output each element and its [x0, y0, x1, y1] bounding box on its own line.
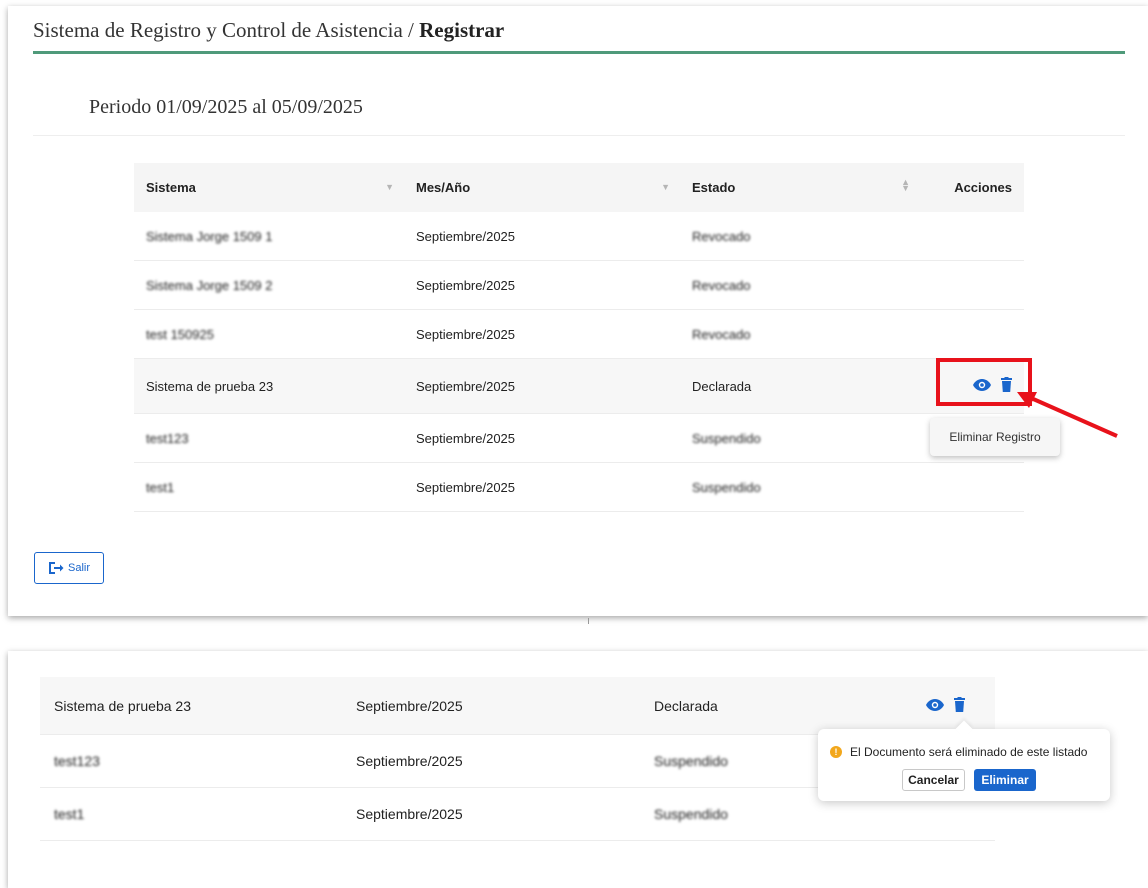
- cell-mes: Septiembre/2025: [404, 260, 680, 310]
- warning-icon: !: [830, 746, 842, 758]
- cell-sistema: Sistema de prueba 23: [134, 358, 404, 414]
- cell-sistema: Sistema Jorge 1509 2: [134, 260, 404, 310]
- cell-acciones: [920, 309, 1024, 359]
- exit-icon: [48, 562, 64, 574]
- cell-acciones: [920, 260, 1024, 310]
- eye-icon[interactable]: [926, 698, 944, 714]
- cell-mes: Septiembre/2025: [404, 212, 680, 261]
- cell-estado: Declarada: [640, 677, 870, 735]
- table-row: test1 Septiembre/2025 Suspendido: [134, 462, 1024, 512]
- header-divider: [33, 51, 1125, 54]
- confirm-message: El Documento será eliminado de este list…: [850, 745, 1088, 759]
- registros-table: Sistema ▼ Mes/Año ▼ Estado ▲ ▼ Acciones S…: [134, 163, 1024, 512]
- cancel-button[interactable]: Cancelar: [902, 769, 965, 791]
- cell-sistema: test123: [40, 734, 342, 788]
- cell-mes: Septiembre/2025: [404, 413, 680, 463]
- filter-icon[interactable]: ▼: [385, 182, 394, 192]
- filter-icon[interactable]: ▼: [661, 182, 670, 192]
- delete-confirm-popover: ! El Documento será eliminado de este li…: [818, 729, 1110, 801]
- salir-button[interactable]: Salir: [34, 552, 104, 584]
- cell-estado: Revocado: [680, 309, 920, 359]
- cell-mes: Septiembre/2025: [404, 462, 680, 512]
- cell-acciones: [920, 462, 1024, 512]
- confirm-panel: Sistema de prueba 23 Septiembre/2025 Dec…: [8, 651, 1148, 888]
- trash-icon[interactable]: [953, 696, 965, 715]
- confirm-message-row: ! El Documento será eliminado de este li…: [830, 745, 1087, 759]
- cell-mes: Septiembre/2025: [404, 309, 680, 359]
- divider-tick: [588, 618, 589, 624]
- period-title: Periodo 01/09/2025 al 05/09/2025: [89, 96, 363, 118]
- cell-estado: Suspendido: [680, 462, 920, 512]
- column-header-sistema[interactable]: Sistema ▼: [134, 163, 404, 212]
- cell-mes: Septiembre/2025: [342, 677, 640, 735]
- table-row[interactable]: Sistema de prueba 23 Septiembre/2025 Dec…: [40, 677, 995, 735]
- cell-acciones: [870, 677, 995, 735]
- cell-mes: Septiembre/2025: [342, 787, 640, 841]
- cell-estado: Revocado: [680, 212, 920, 261]
- sort-icon[interactable]: ▲ ▼: [901, 178, 910, 193]
- section-divider: [33, 135, 1125, 136]
- table-row: Sistema Jorge 1509 1 Septiembre/2025 Rev…: [134, 212, 1024, 261]
- cell-sistema: Sistema de prueba 23: [40, 677, 342, 735]
- cell-acciones: [920, 212, 1024, 261]
- cell-estado: Revocado: [680, 260, 920, 310]
- registro-panel: Sistema de Registro y Control de Asisten…: [8, 6, 1148, 624]
- cell-mes: Septiembre/2025: [342, 734, 640, 788]
- table-header-row: Sistema ▼ Mes/Año ▼ Estado ▲ ▼ Acciones: [134, 163, 1024, 212]
- breadcrumb-current: Registrar: [419, 18, 505, 42]
- column-header-estado[interactable]: Estado ▲ ▼: [680, 163, 920, 212]
- table-row: test 150925 Septiembre/2025 Revocado: [134, 309, 1024, 359]
- tooltip-eliminar-registro: Eliminar Registro: [930, 418, 1060, 456]
- breadcrumb-app: Sistema de Registro y Control de Asisten…: [33, 18, 414, 42]
- cell-sistema: test123: [134, 413, 404, 463]
- table-row: test123 Septiembre/2025 Suspendido: [134, 413, 1024, 463]
- column-header-mes[interactable]: Mes/Año ▼: [404, 163, 680, 212]
- cell-estado: Declarada: [680, 358, 920, 414]
- cell-sistema: Sistema Jorge 1509 1: [134, 212, 404, 261]
- eliminar-button[interactable]: Eliminar: [974, 769, 1036, 791]
- cell-sistema: test1: [134, 462, 404, 512]
- cell-sistema: test 150925: [134, 309, 404, 359]
- breadcrumb: Sistema de Registro y Control de Asisten…: [33, 18, 504, 43]
- table-row: Sistema Jorge 1509 2 Septiembre/2025 Rev…: [134, 260, 1024, 310]
- cell-mes: Septiembre/2025: [404, 358, 680, 414]
- table-row[interactable]: Sistema de prueba 23 Septiembre/2025 Dec…: [134, 358, 1024, 414]
- cell-sistema: test1: [40, 787, 342, 841]
- cell-estado: Suspendido: [680, 413, 920, 463]
- salir-label: Salir: [67, 562, 90, 574]
- column-header-acciones: Acciones: [920, 163, 1024, 212]
